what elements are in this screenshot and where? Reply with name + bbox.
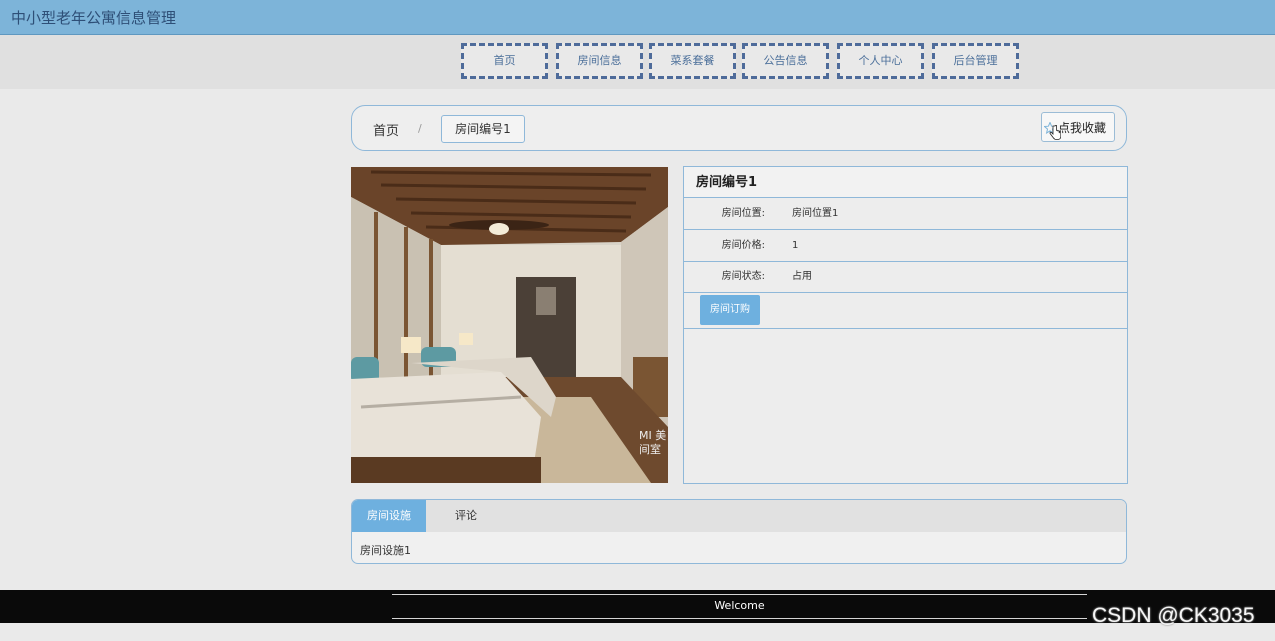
footer-welcome-text: Welcome: [714, 599, 765, 612]
top-bar: 中小型老年公寓信息管理: [0, 0, 1275, 35]
nav-item-room-info[interactable]: 房间信息: [556, 43, 643, 79]
room-info-panel: 房间编号1 房间位置: 房间位置1 房间价格: 1 房间状态: 占用 房间订购: [683, 166, 1128, 484]
footer-divider-top: [392, 594, 1087, 595]
footer: Welcome: [0, 590, 1275, 623]
nav-item-admin[interactable]: 后台管理: [932, 43, 1019, 79]
main-nav: 首页 房间信息 菜系套餐 公告信息 个人中心 后台管理: [0, 35, 1275, 89]
divider: [684, 328, 1127, 329]
favorite-button[interactable]: 点我收藏: [1041, 112, 1115, 142]
site-title: 中小型老年公寓信息管理: [11, 9, 177, 27]
order-room-button[interactable]: 房间订购: [700, 295, 760, 325]
breadcrumb-home-link[interactable]: 首页: [373, 120, 399, 139]
favorite-button-label: 点我收藏: [1057, 121, 1106, 135]
breadcrumb-separator: /: [418, 122, 422, 135]
breadcrumb: 首页 / 房间编号1 点我收藏: [351, 105, 1127, 151]
tab-content: 房间设施1: [360, 544, 411, 557]
info-value: 占用: [792, 271, 812, 282]
room-photo: MI 美间室: [351, 167, 668, 483]
info-row-status: 房间状态: 占用: [684, 261, 1127, 293]
breadcrumb-current: 房间编号1: [441, 115, 525, 143]
nav-item-home[interactable]: 首页: [461, 43, 548, 79]
info-label: 房间状态:: [721, 271, 765, 282]
photo-watermark: MI 美间室: [639, 429, 667, 456]
room-title: 房间编号1: [684, 167, 1127, 198]
tab-room-facilities[interactable]: 房间设施: [352, 500, 426, 532]
details-tabs-panel: 房间设施 评论 房间设施1: [351, 499, 1127, 564]
info-row-price: 房间价格: 1: [684, 230, 1127, 262]
nav-item-announcements[interactable]: 公告信息: [742, 43, 829, 79]
info-value: 房间位置1: [792, 208, 839, 219]
footer-divider-bottom: [392, 618, 1087, 619]
tab-comments[interactable]: 评论: [426, 500, 506, 532]
tab-strip: 房间设施 评论: [352, 500, 1126, 532]
info-row-location: 房间位置: 房间位置1: [684, 198, 1127, 230]
info-value: 1: [792, 240, 799, 251]
csdn-watermark: CSDN @CK3035: [1092, 604, 1255, 627]
nav-item-meal-plans[interactable]: 菜系套餐: [649, 43, 736, 79]
info-label: 房间价格:: [721, 240, 765, 251]
nav-item-personal-center[interactable]: 个人中心: [837, 43, 924, 79]
info-label: 房间位置:: [721, 208, 765, 219]
